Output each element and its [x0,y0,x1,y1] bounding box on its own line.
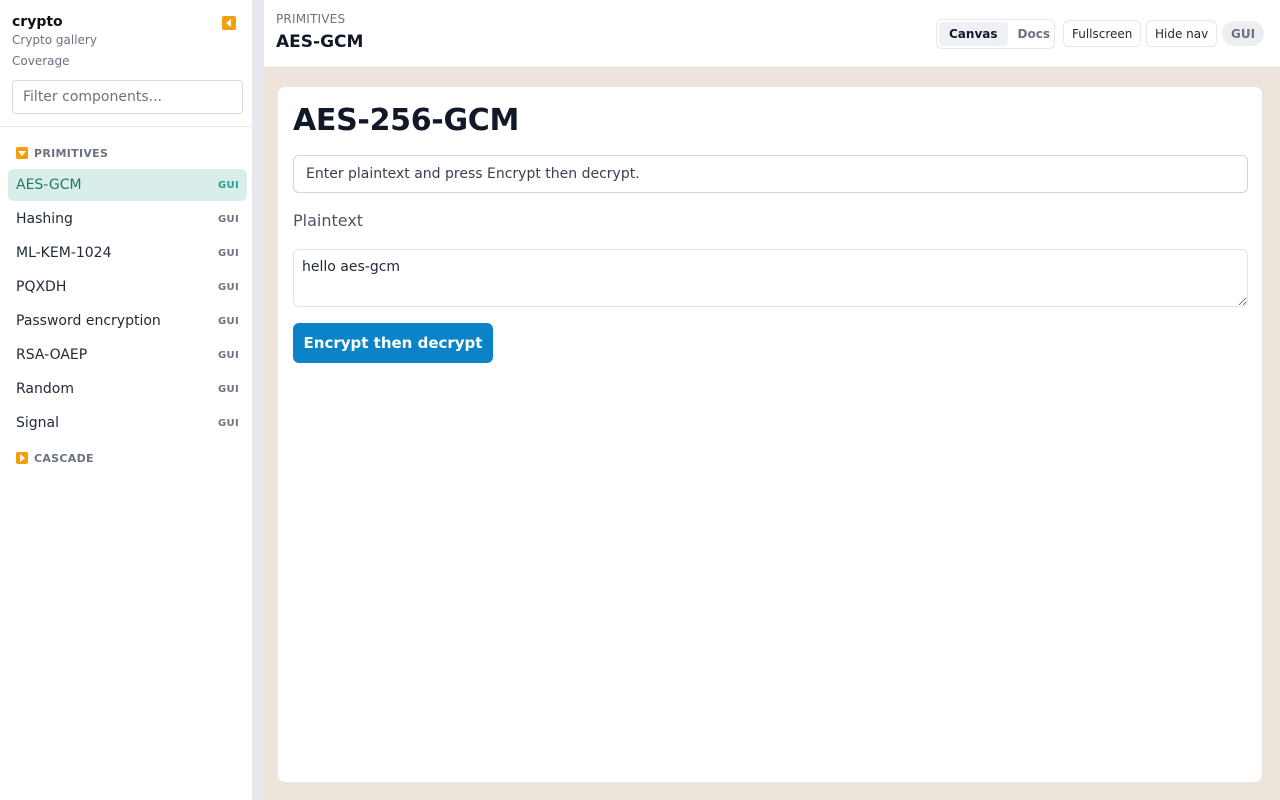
group-label: CASCADE [34,451,94,465]
app-title: crypto [12,14,63,30]
group-primitives[interactable]: PRIMITIVES [16,145,108,161]
breadcrumb: PRIMITIVES [276,12,346,26]
plaintext-label: Plaintext [293,211,364,230]
sidebar-item-label: RSA-OAEP [16,347,88,363]
gui-tag: GUI [218,349,239,361]
gui-tag: GUI [218,281,239,293]
topbar: PRIMITIVES AES-GCM Canvas Docs Fullscree… [264,0,1280,68]
sidebar-item-label: AES-GCM [16,177,82,193]
filter-components-input[interactable] [12,80,243,114]
gui-tag: GUI [218,247,239,259]
gui-tag: GUI [218,213,239,225]
component-canvas: AES-256-GCM Enter plaintext and press En… [277,86,1263,783]
sidebar-divider [0,126,252,127]
encrypt-decrypt-button[interactable]: Encrypt then decrypt [293,323,493,363]
sidebar-item-aes-gcm[interactable]: AES-GCM GUI [8,169,247,201]
gui-tag: GUI [218,179,239,191]
collapse-sidebar-icon[interactable] [222,16,236,30]
nav-list: AES-GCM GUI Hashing GUI ML-KEM-1024 GUI … [8,169,247,441]
component-heading: AES-256-GCM [293,103,520,138]
sidebar-item-ml-kem-1024[interactable]: ML-KEM-1024 GUI [8,237,247,269]
sidebar-item-rsa-oaep[interactable]: RSA-OAEP GUI [8,339,247,371]
sidebar-item-hashing[interactable]: Hashing GUI [8,203,247,235]
sidebar-item-label: PQXDH [16,279,67,295]
view-toggle: Canvas Docs [936,19,1055,49]
sidebar-item-label: Signal [16,415,60,431]
sidebar-item-signal[interactable]: Signal GUI [8,407,247,439]
sidebar-item-pqxdh[interactable]: PQXDH GUI [8,271,247,303]
page-title: AES-GCM [276,32,364,52]
expand-down-icon [16,147,28,159]
sidebar: crypto Crypto gallery Coverage PRIMITIVE… [0,0,252,800]
brand: crypto Crypto gallery [12,13,97,48]
hide-nav-button[interactable]: Hide nav [1146,20,1218,47]
expand-right-icon [16,452,28,464]
coverage-link[interactable]: Coverage [12,53,70,69]
group-cascade[interactable]: CASCADE [16,450,94,466]
group-label: PRIMITIVES [34,146,109,160]
fullscreen-button[interactable]: Fullscreen [1063,20,1142,47]
sidebar-item-label: Password encryption [16,313,161,329]
sidebar-item-label: Hashing [16,211,73,227]
status-message: Enter plaintext and press Encrypt then d… [293,155,1248,193]
sidebar-scrollbar[interactable] [252,0,264,800]
gui-tag: GUI [218,315,239,327]
mode-badge[interactable]: GUI [1222,21,1264,46]
app-subtitle: Crypto gallery [12,33,97,47]
sidebar-item-label: Random [16,381,74,397]
sidebar-item-password-encryption[interactable]: Password encryption GUI [8,305,247,337]
plaintext-input[interactable]: hello aes-gcm [293,249,1248,307]
sidebar-item-random[interactable]: Random GUI [8,373,247,405]
sidebar-item-label: ML-KEM-1024 [16,245,112,261]
tab-canvas[interactable]: Canvas [939,22,1008,46]
gui-tag: GUI [218,417,239,429]
gui-tag: GUI [218,383,239,395]
tab-docs[interactable]: Docs [1008,22,1060,46]
